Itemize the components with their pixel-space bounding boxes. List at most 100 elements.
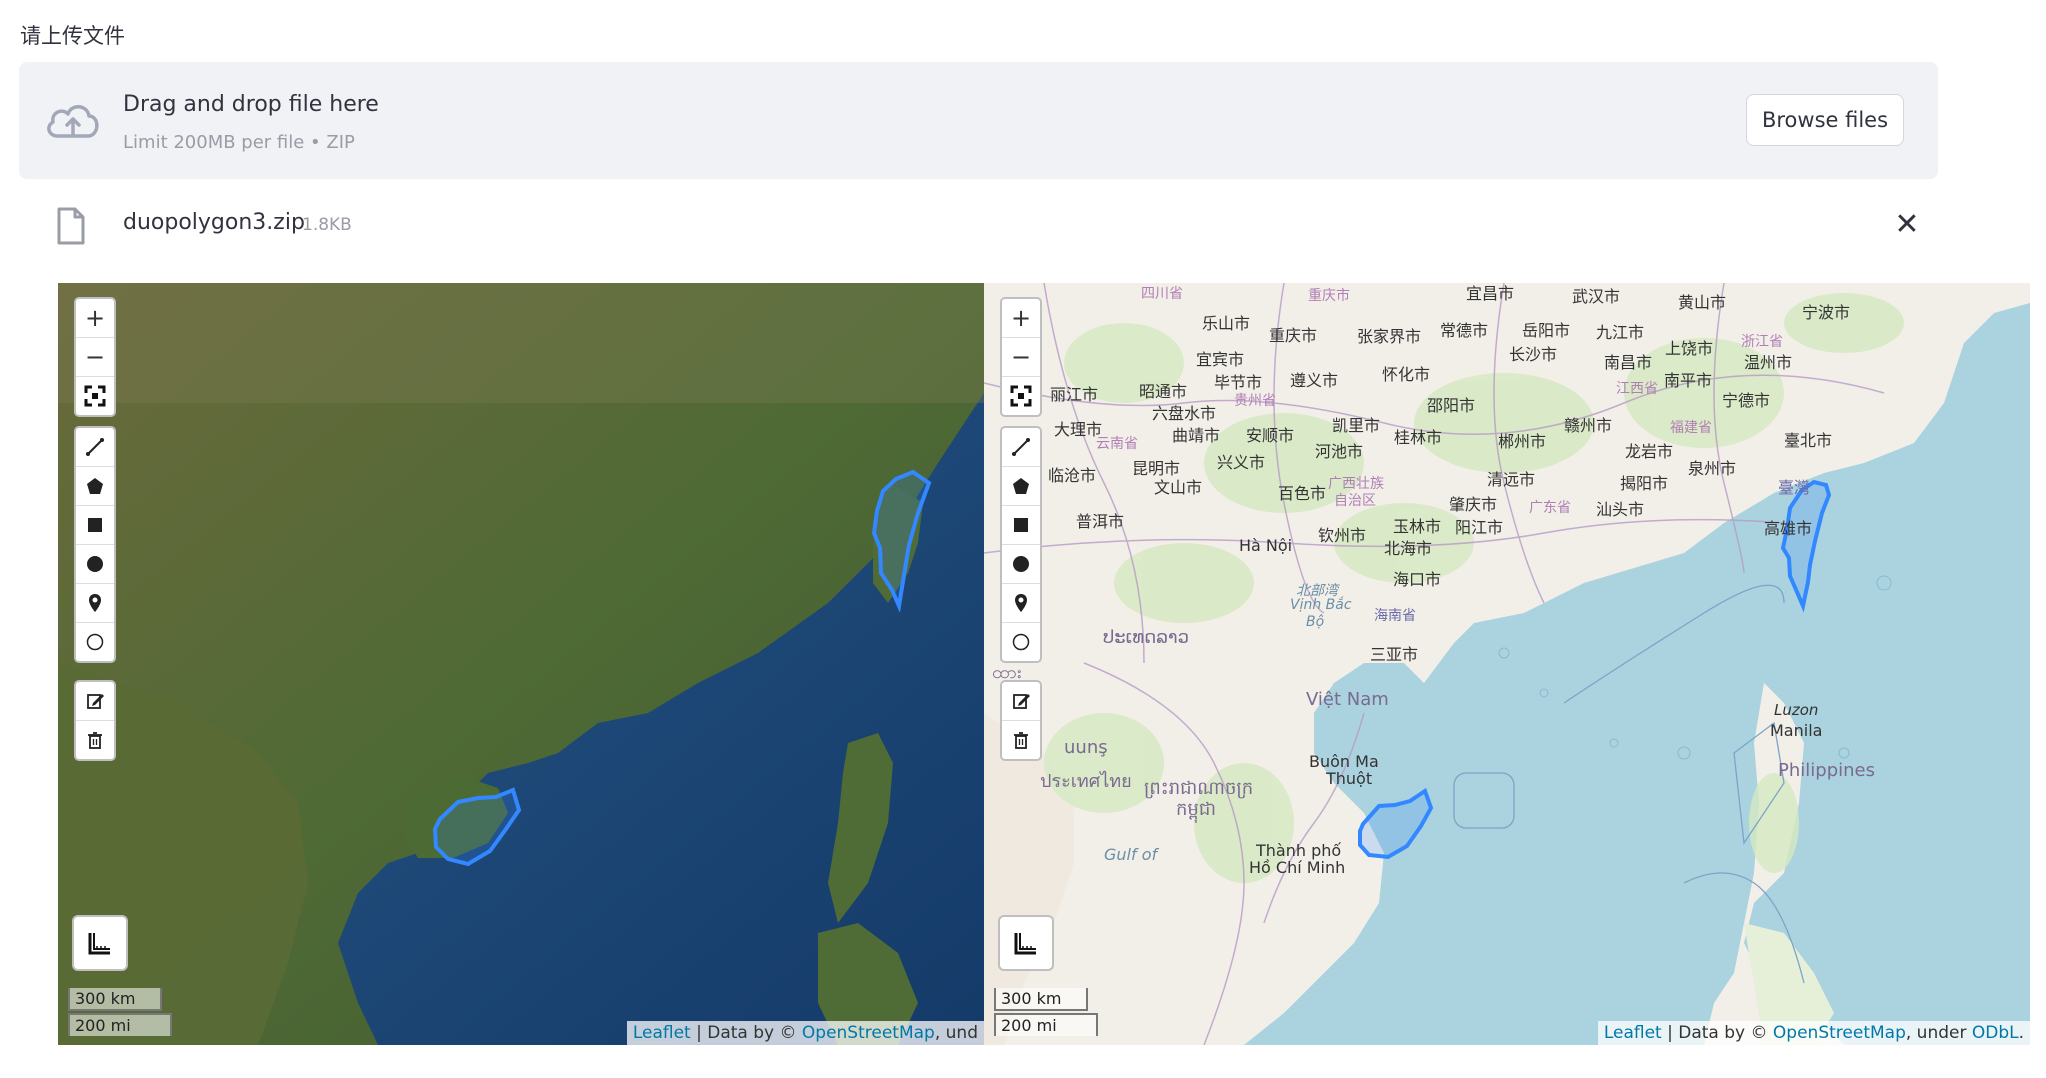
map-label-kampuchea: កម្ពុជា (1176, 799, 1216, 820)
polyline-icon[interactable] (1002, 428, 1040, 467)
map-label-sanya: 三亚市 (1370, 645, 1419, 664)
browse-files-button[interactable]: Browse files (1746, 94, 1904, 146)
map-label-manila: Manila (1770, 721, 1823, 740)
marker-icon[interactable] (1002, 584, 1040, 623)
map-label-bo: Bộ (1306, 614, 1325, 630)
map-label-chenzhou: 郴州市 (1498, 432, 1547, 451)
map-label-thai: uunş (1064, 737, 1108, 758)
zoom-in-button[interactable]: + (76, 299, 114, 338)
map-label-longyan: 龙岩市 (1625, 442, 1674, 461)
map-label-jieyang: 揭阳市 (1620, 474, 1669, 493)
measure-icon[interactable] (72, 915, 128, 971)
map-label-anshun: 安顺市 (1246, 426, 1295, 445)
draw-toolbar (1000, 426, 1042, 663)
map-label-haikou: 海口市 (1393, 570, 1442, 589)
map-label-zhangjiajie: 张家界市 (1357, 327, 1422, 346)
marker-icon[interactable] (76, 584, 114, 623)
zoom-in-button[interactable]: + (1002, 299, 1040, 338)
map-label-yueyang: 岳阳市 (1522, 321, 1571, 340)
map-label-zhaoqing: 肇庆市 (1449, 495, 1498, 514)
rectangle-icon[interactable] (76, 506, 114, 545)
map-label-shangrao: 上饶市 (1665, 339, 1714, 358)
attribution-sep: | Data by © (690, 1023, 802, 1043)
map-label-nanchang: 南昌市 (1604, 353, 1653, 372)
map-label-leshan: 乐山市 (1202, 314, 1251, 333)
circlemarker-icon[interactable] (76, 623, 114, 661)
map-label-chongqing: 重庆市 (1308, 288, 1350, 304)
map-attribution: Leaflet | Data by © OpenStreetMap, und (626, 1021, 984, 1045)
zoom-out-button[interactable]: − (76, 338, 114, 377)
dropzone-subtitle: Limit 200MB per file • ZIP (123, 132, 355, 153)
polygon-icon[interactable] (76, 467, 114, 506)
map-label-philippines: Philippines (1778, 760, 1875, 781)
osm-map[interactable]: 四川省 重庆市 宜昌市 武汉市 黄山市 宁波市 乐山市 重庆市 张家界市 常德市… (984, 283, 2030, 1045)
osm-link[interactable]: OpenStreetMap (802, 1023, 935, 1043)
map-label-hainan: 海南省 (1374, 608, 1416, 624)
satellite-map[interactable]: + − 300 km 200 mi Leaflet | Data by © Op… (58, 283, 984, 1045)
map-label-jiangxi: 江西省 (1616, 381, 1658, 397)
map-label-zunyi: 遵义市 (1290, 371, 1339, 390)
map-label-shantou: 汕头市 (1596, 500, 1645, 519)
map-label-kaili: 凯里市 (1332, 416, 1381, 435)
map-label-zhejiang: 浙江省 (1741, 334, 1783, 350)
map-label-ningbo: 宁波市 (1802, 303, 1851, 322)
map-label-guizhou: 贵州省 (1234, 393, 1276, 409)
polygon-icon[interactable] (1002, 467, 1040, 506)
map-label-fujian: 福建省 (1670, 420, 1712, 436)
fullscreen-icon[interactable] (76, 377, 114, 415)
rectangle-icon[interactable] (1002, 506, 1040, 545)
edit-icon[interactable] (76, 682, 114, 721)
circle-icon[interactable] (1002, 545, 1040, 584)
map-label-taipei: 臺北市 (1784, 431, 1833, 450)
map-label-hechi: 河池市 (1315, 442, 1364, 461)
map-label-wenzhou: 温州市 (1744, 353, 1793, 372)
map-label-vietnam: Việt Nam (1306, 689, 1389, 710)
fullscreen-icon[interactable] (1002, 377, 1040, 415)
map-label-ganzhou: 赣州市 (1564, 416, 1613, 435)
leaflet-link[interactable]: Leaflet (1604, 1023, 1662, 1043)
zoom-out-button[interactable]: − (1002, 338, 1040, 377)
map-label-qingyuan: 清远市 (1487, 470, 1536, 489)
map-label-zhaotong: 昭通市 (1139, 382, 1188, 401)
map-label-laos: ປະເທດລາວ (1103, 627, 1190, 648)
map-label-luzon: Luzon (1774, 701, 1819, 719)
scale-km: 300 km (68, 988, 162, 1011)
map-label-taiwan: 臺灣 (1778, 478, 1811, 497)
edit-toolbar (74, 680, 116, 761)
polyline-icon[interactable] (76, 428, 114, 467)
delete-icon[interactable] (1002, 721, 1040, 759)
map-label-changsha: 长沙市 (1509, 345, 1558, 364)
odbl-link[interactable]: ODbL (1972, 1023, 2019, 1043)
measure-icon[interactable] (998, 915, 1054, 971)
edit-toolbar (1000, 680, 1042, 761)
map-label-xingyi: 兴义市 (1217, 453, 1266, 472)
file-icon (57, 207, 85, 245)
map-label-qinzhou: 钦州市 (1318, 526, 1367, 545)
map-label-beihai: 北海市 (1384, 539, 1433, 558)
osm-link[interactable]: OpenStreetMap (1773, 1023, 1906, 1043)
map-label-baise: 百色市 (1278, 484, 1327, 503)
map-label-yichang: 宜昌市 (1466, 284, 1515, 303)
circle-icon[interactable] (76, 545, 114, 584)
leaflet-link[interactable]: Leaflet (633, 1023, 691, 1043)
map-label-yibin: 宜宾市 (1196, 350, 1245, 369)
map-label-yunnan: 云南省 (1096, 436, 1138, 452)
attribution-end: . (2018, 1023, 2024, 1043)
cloud-upload-icon (47, 105, 99, 138)
file-dropzone[interactable]: Drag and drop file here Limit 200MB per … (19, 62, 1938, 179)
map-label-hochiminh: Hồ Chí Minh (1249, 858, 1346, 877)
draw-toolbar (74, 426, 116, 663)
circlemarker-icon[interactable] (1002, 623, 1040, 661)
edit-icon[interactable] (1002, 682, 1040, 721)
map-label-dali: 大理市 (1054, 420, 1103, 439)
map-label-wenshan: 文山市 (1154, 478, 1203, 497)
map-label-thuot: Thuột (1326, 769, 1373, 788)
scale-mi: 200 mi (994, 1013, 1098, 1036)
map-label-qujing: 曲靖市 (1172, 426, 1221, 445)
remove-file-button[interactable]: ✕ (1887, 204, 1927, 244)
map-label-vinhbac: Vịnh Bắc (1290, 597, 1352, 613)
delete-icon[interactable] (76, 721, 114, 759)
map-label-yangjiang: 阳江市 (1455, 518, 1504, 537)
zoom-control: + − (74, 297, 116, 417)
map-label-changde: 常德市 (1440, 321, 1489, 340)
